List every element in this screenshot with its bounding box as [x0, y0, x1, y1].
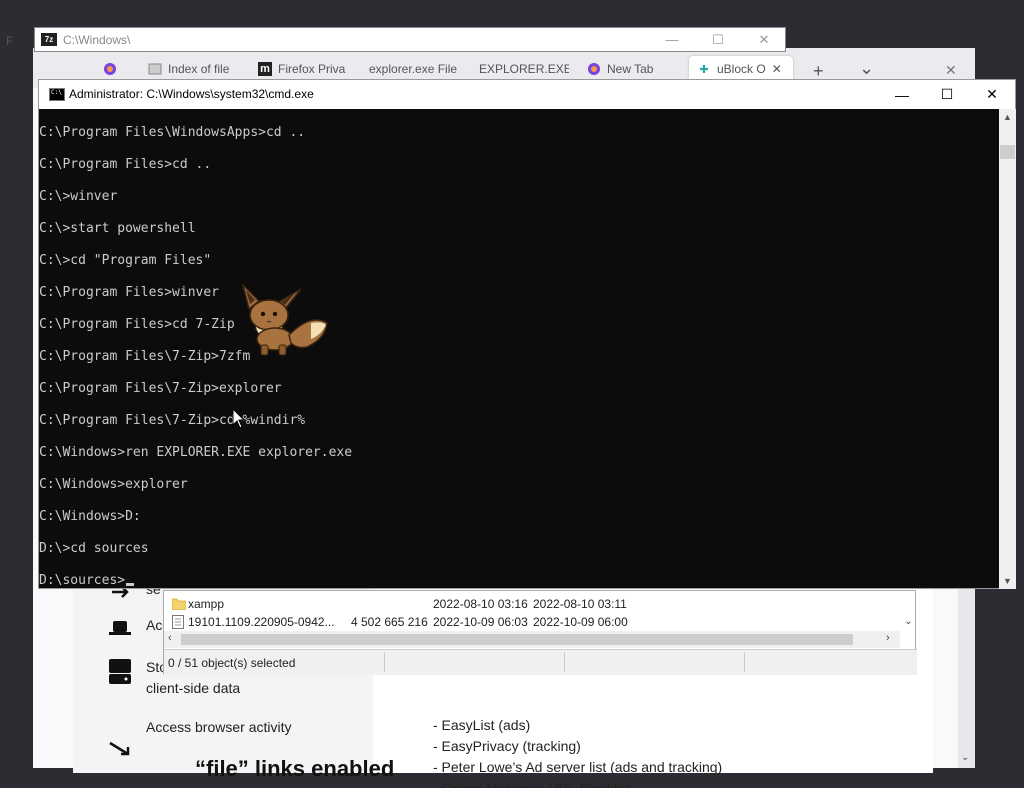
status-divider	[744, 652, 745, 672]
scroll-right-icon[interactable]: ›	[886, 632, 890, 644]
arrow-icon	[108, 737, 132, 759]
status-divider	[564, 652, 565, 672]
close-tab-icon[interactable]: ✕	[772, 62, 782, 76]
mouse-pointer-icon	[232, 407, 246, 430]
console-line: D:\>cd sources	[39, 541, 149, 556]
console-line: C:\Windows>D:	[39, 509, 141, 524]
permission-item: Access browser activity	[108, 719, 291, 759]
tab-label: uBlock O	[717, 62, 766, 76]
sevenzip-logo-icon: 7z	[41, 33, 57, 46]
permission-label: client-side data	[146, 680, 241, 696]
scroll-down-icon[interactable]: ⌄	[900, 613, 917, 630]
console-line: C:\Program Files>cd ..	[39, 157, 212, 172]
file-name: xampp	[188, 597, 225, 611]
file-created: 2022-08-10 03:11	[533, 597, 627, 611]
tab-label: New Tab	[607, 62, 654, 76]
section-heading: “file” links enabled	[195, 756, 395, 781]
console-line: C:\Program Files>cd 7-Zip	[39, 317, 235, 332]
status-bar: 0 / 51 object(s) selected	[164, 649, 917, 675]
filter-list-item: - EasyPrivacy (tracking)	[433, 738, 581, 754]
sevenzip-file-list: xampp 2022-08-10 03:16 2022-08-10 03:11 …	[163, 590, 917, 675]
maximize-button[interactable]: ☐	[695, 28, 741, 51]
console-line: C:\Windows>ren EXPLORER.EXE explorer.exe	[39, 445, 353, 460]
console-line: C:\Windows>explorer	[39, 477, 188, 492]
sevenzip-titlebar: 7z C:\Windows\ — ☐ ✕	[34, 27, 786, 52]
hat-icon	[108, 617, 132, 639]
console-prompt-line: D:\sources>	[39, 573, 135, 588]
firefox-icon	[103, 62, 117, 76]
cmd-scrollbar[interactable]: ▲ ▼	[999, 109, 1016, 589]
eevee-sprite-icon[interactable]	[237, 282, 332, 361]
folder-icon	[171, 597, 187, 613]
sevenzip-title: C:\Windows\	[63, 33, 131, 47]
console-line: C:\Program Files\7-Zip>7zfm	[39, 349, 251, 364]
maximize-button[interactable]: ☐	[924, 80, 970, 109]
filter-list-item: - Online Malicious URL Blocklist	[433, 780, 631, 788]
file-created: 2022-10-09 06:00	[533, 615, 628, 629]
drive-icon	[108, 657, 132, 687]
tab-label: Firefox Priva	[278, 62, 346, 76]
filter-list-item: - Peter Lowe’s Ad server list (ads and t…	[433, 759, 723, 775]
console-line: C:\Program Files>winver	[39, 285, 220, 300]
scroll-down-icon[interactable]: ▼	[999, 573, 1016, 589]
minimize-button[interactable]: —	[649, 28, 695, 51]
console-output[interactable]: C:\Program Files\WindowsApps>cd .. C:\Pr…	[39, 109, 999, 589]
file-size: 4 502 665 216	[351, 615, 428, 629]
horizontal-scrollbar[interactable]: ‹ ›	[164, 631, 900, 648]
close-button[interactable]: ✕	[969, 80, 1015, 109]
m-icon: m	[258, 62, 272, 76]
minimize-button[interactable]: —	[879, 80, 925, 109]
cmd-title: Administrator: C:\Windows\system32\cmd.e…	[69, 87, 314, 101]
page-icon	[148, 62, 162, 76]
scroll-down-icon[interactable]: ⌄	[961, 752, 969, 763]
status-text: 0 / 51 object(s) selected	[168, 656, 296, 670]
tab-list-button[interactable]: ⌄	[859, 58, 874, 79]
status-divider	[384, 652, 385, 672]
file-name: 19101.1109.220905-0942...	[188, 615, 335, 629]
console-line: C:\>cd "Program Files"	[39, 253, 212, 268]
file-modified: 2022-08-10 03:16	[433, 597, 528, 611]
tab-label: EXPLORER.EXE D	[479, 62, 569, 76]
scrollbar-thumb[interactable]	[181, 634, 853, 645]
console-line: C:\Program Files\7-Zip>explorer	[39, 381, 282, 396]
sevenzip-menu-file[interactable]: F	[6, 34, 13, 48]
tab-label: Index of file	[168, 62, 230, 76]
firefox-icon	[587, 62, 601, 76]
permission-label: Access browser activity	[146, 719, 292, 735]
file-icon	[172, 615, 184, 632]
console-line: C:\>winver	[39, 189, 118, 204]
scrollbar-thumb[interactable]	[1000, 145, 1015, 159]
console-line: C:\Program Files\7-Zip>cd %windir%	[39, 413, 306, 428]
text-cursor	[126, 583, 135, 586]
scroll-left-icon[interactable]: ‹	[168, 632, 172, 644]
puzzle-icon: ✚	[699, 63, 709, 76]
tab-label: explorer.exe File	[369, 62, 458, 76]
file-row[interactable]: 19101.1109.220905-0942... 4 502 665 216 …	[172, 615, 892, 631]
file-row[interactable]: xampp 2022-08-10 03:16 2022-08-10 03:11	[171, 597, 892, 613]
filter-list-item: - EasyList (ads)	[433, 717, 531, 733]
console-line: C:\>start powershell	[39, 221, 196, 236]
page-scrollbar[interactable]: ⌄	[958, 588, 975, 768]
cmd-icon: C:\	[49, 88, 65, 101]
console-line: C:\Program Files\WindowsApps>cd ..	[39, 125, 306, 140]
scroll-up-icon[interactable]: ▲	[999, 109, 1016, 125]
cmd-window: C:\ Administrator: C:\Windows\system32\c…	[38, 79, 1016, 589]
browser-close-icon[interactable]: ✕	[945, 62, 957, 79]
permission-item: Acc	[108, 617, 169, 639]
console-prompt: D:\sources>	[39, 573, 126, 588]
file-modified: 2022-10-09 06:03	[433, 615, 528, 629]
cmd-titlebar: C:\ Administrator: C:\Windows\system32\c…	[39, 80, 1015, 109]
close-button[interactable]: ✕	[741, 28, 787, 51]
